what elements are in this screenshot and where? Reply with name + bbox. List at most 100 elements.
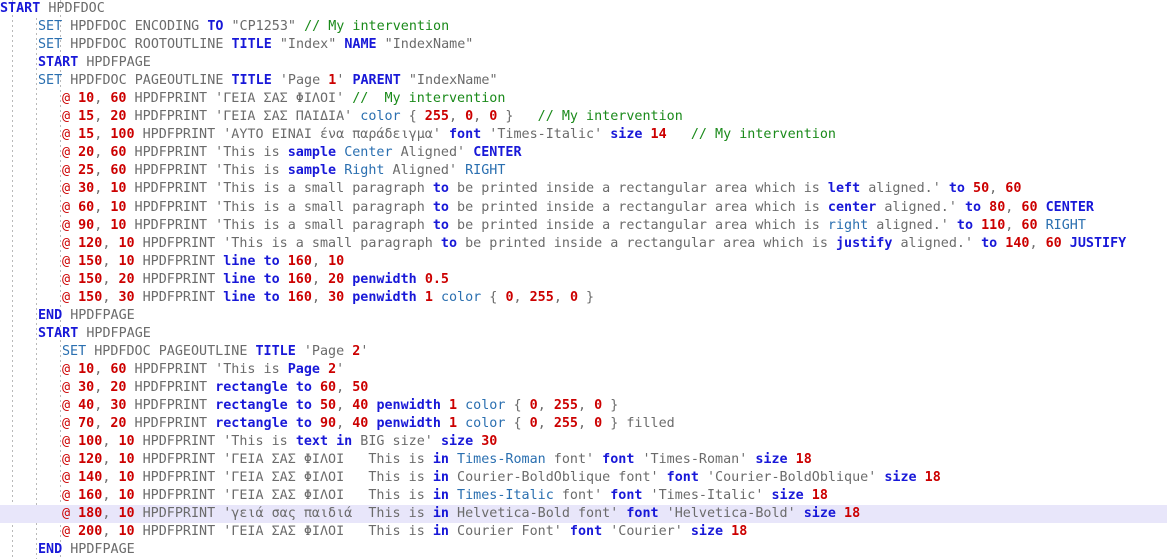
code-editor[interactable]: START HPDFDOC SET HPDFDOC ENCODING TO "CP…	[0, 0, 1167, 559]
code-token-kw: in	[432, 488, 449, 504]
code-line[interactable]: @ 100, 10 HPDFPRINT 'This is text in BIG…	[0, 433, 1167, 451]
code-line[interactable]: END HPDFPAGE	[0, 307, 1167, 325]
code-line[interactable]: @ 70, 20 HPDFPRINT rectangle to 90, 40 p…	[0, 415, 1167, 433]
code-line[interactable]: @ 15, 100 HPDFPRINT 'ΑΥΤΟ ΕΙΝΑΙ ένα παρά…	[0, 126, 1167, 144]
code-token-at: @	[62, 181, 79, 197]
code-token-at: @	[62, 163, 79, 179]
code-token-kw: rectangle	[215, 398, 288, 414]
code-line[interactable]: START HPDFPAGE	[0, 325, 1167, 343]
code-line[interactable]: @ 10, 60 HPDFPRINT 'This is Page 2'	[0, 361, 1167, 379]
code-token-plain: HPDFDOC PAGEOUTLINE	[86, 343, 256, 359]
code-token-num: 255	[553, 398, 578, 414]
code-token-plain: ,	[102, 506, 119, 522]
code-line[interactable]: @ 140, 10 HPDFPRINT 'ΓΕΙΑ ΣΑΣ ΦΙΛΟΙ This…	[0, 469, 1167, 487]
code-line[interactable]: @ 150, 30 HPDFPRINT line to 160, 30 penw…	[0, 289, 1167, 307]
code-token-plain: "IndexName"	[376, 37, 474, 53]
code-line[interactable]: @ 180, 10 HPDFPRINT 'γειά σας παιδιά Thi…	[0, 505, 1167, 524]
code-token-plain: '	[360, 343, 369, 359]
code-token-kw2: RIGHT	[465, 163, 506, 179]
code-token-kw: to	[440, 235, 458, 251]
code-line[interactable]: @ 10, 60 HPDFPRINT 'ΓΕΙΑ ΣΑΣ ΦΙΛΟΙ' // M…	[0, 90, 1167, 108]
code-token-plain: ,	[578, 416, 595, 432]
code-token-num: 10	[118, 235, 135, 251]
code-line[interactable]: @ 200, 10 HPDFPRINT 'ΓΕΙΑ ΣΑΣ ΦΙΛΟΙ This…	[0, 523, 1167, 541]
code-line[interactable]: @ 40, 30 HPDFPRINT rectangle to 50, 40 p…	[0, 397, 1167, 415]
code-token-num: 1	[449, 416, 458, 432]
code-token-kw: font	[448, 127, 482, 143]
code-token-num: 110	[981, 217, 1006, 233]
code-token-num: 2	[328, 361, 337, 377]
code-token-plain: ,	[989, 181, 1006, 197]
code-token-num: 120	[78, 235, 103, 251]
code-line[interactable]: START HPDFPAGE	[0, 54, 1167, 72]
code-token-kw2: SET	[38, 73, 63, 89]
code-line[interactable]: @ 120, 10 HPDFPRINT 'This is a small par…	[0, 235, 1167, 253]
code-line[interactable]: @ 120, 10 HPDFPRINT 'ΓΕΙΑ ΣΑΣ ΦΙΛΟΙ This…	[0, 451, 1167, 469]
code-line[interactable]: SET HPDFDOC ENCODING TO "CP1253" // My i…	[0, 18, 1167, 36]
code-line-list: START HPDFDOC SET HPDFDOC ENCODING TO "CP…	[0, 0, 1167, 559]
code-token-kw: font	[602, 452, 635, 468]
code-token-num: 10	[110, 217, 127, 233]
code-token-plain: HPDFPAGE	[62, 307, 135, 323]
code-token-kw: TO	[207, 19, 224, 35]
code-token-num: 60	[320, 379, 337, 395]
code-token-kw: to	[295, 416, 312, 432]
code-line[interactable]: START HPDFDOC	[0, 0, 1167, 18]
code-line[interactable]: @ 90, 10 HPDFPRINT 'This is a small para…	[0, 217, 1167, 235]
code-token-plain: HPDFPRINT 'ΑΥΤΟ ΕΙΝΑΙ ένα παράδειγμα'	[134, 127, 449, 143]
code-line[interactable]: @ 20, 60 HPDFPRINT 'This is sample Cente…	[0, 144, 1167, 162]
code-token-num: 10	[78, 91, 95, 107]
code-token-kw: Page	[287, 361, 320, 377]
code-line[interactable]: @ 15, 20 HPDFPRINT 'ΓΕΙΑ ΣΑΣ ΠΑΙΔΙΑ' col…	[0, 108, 1167, 126]
code-line[interactable]: SET HPDFDOC ROOTOUTLINE TITLE "Index" NA…	[0, 36, 1167, 54]
code-token-plain: HPDFPRINT 'This is a small paragraph	[126, 181, 433, 197]
code-line[interactable]: END HPDFPAGE	[0, 541, 1167, 559]
code-token-plain: 'Page	[295, 343, 353, 359]
code-token-plain: "IndexName"	[400, 73, 498, 89]
code-token-kw: JUSTIFY	[1069, 235, 1127, 251]
code-line[interactable]: @ 150, 20 HPDFPRINT line to 160, 20 penw…	[0, 271, 1167, 289]
code-token-kw: penwidth	[352, 289, 417, 305]
code-token-num: 18	[795, 452, 812, 468]
code-line[interactable]: @ 25, 60 HPDFPRINT 'This is sample Right…	[0, 162, 1167, 180]
code-token-plain: aligned.'	[876, 199, 965, 215]
code-token-num: 14	[650, 127, 667, 143]
code-token-plain: HPDFPRINT 'This is	[126, 163, 288, 179]
code-token-plain: HPDFPRINT 'This is	[126, 361, 288, 377]
code-token-kw: PARENT	[352, 73, 401, 89]
code-token-plain: ,	[94, 127, 111, 143]
code-line[interactable]: SET HPDFDOC PAGEOUTLINE TITLE 'Page 2'	[0, 343, 1167, 361]
code-token-num: 10	[118, 524, 135, 540]
code-line[interactable]: @ 150, 10 HPDFPRINT line to 160, 10	[0, 253, 1167, 271]
code-token-num: 40	[352, 398, 369, 414]
code-token-plain: 'Times-Roman'	[634, 452, 756, 468]
code-line[interactable]: @ 30, 20 HPDFPRINT rectangle to 60, 50	[0, 379, 1167, 397]
code-line[interactable]: SET HPDFDOC PAGEOUTLINE TITLE 'Page 1' P…	[0, 72, 1167, 90]
code-token-num: 18	[811, 488, 828, 504]
code-token-plain: ,	[513, 289, 530, 305]
code-token-plain: ,	[94, 416, 111, 432]
code-token-num: 0	[594, 416, 603, 432]
code-token-plain: HPDFPRINT 'This is a small paragraph	[134, 235, 441, 251]
code-token-kw: penwidth	[376, 416, 441, 432]
code-line[interactable]: @ 60, 10 HPDFPRINT 'This is a small para…	[0, 199, 1167, 217]
code-token-kw: END	[38, 542, 63, 558]
code-token-plain: be printed inside a rectangular area whi…	[448, 199, 828, 215]
code-token-num: 120	[78, 452, 103, 468]
code-token-kw: line	[223, 271, 256, 287]
code-line[interactable]: @ 30, 10 HPDFPRINT 'This is a small para…	[0, 180, 1167, 198]
code-token-kw2: Times-Roman	[457, 452, 546, 468]
code-token-num: 60	[1021, 217, 1038, 233]
code-token-num: 10	[118, 253, 135, 269]
code-token-num: 10	[328, 253, 345, 269]
code-token-num: 30	[328, 289, 345, 305]
code-line[interactable]: @ 160, 10 HPDFPRINT 'ΓΕΙΑ ΣΑΣ ΦΙΛΟΙ This…	[0, 487, 1167, 505]
code-token-at: @	[62, 127, 79, 143]
